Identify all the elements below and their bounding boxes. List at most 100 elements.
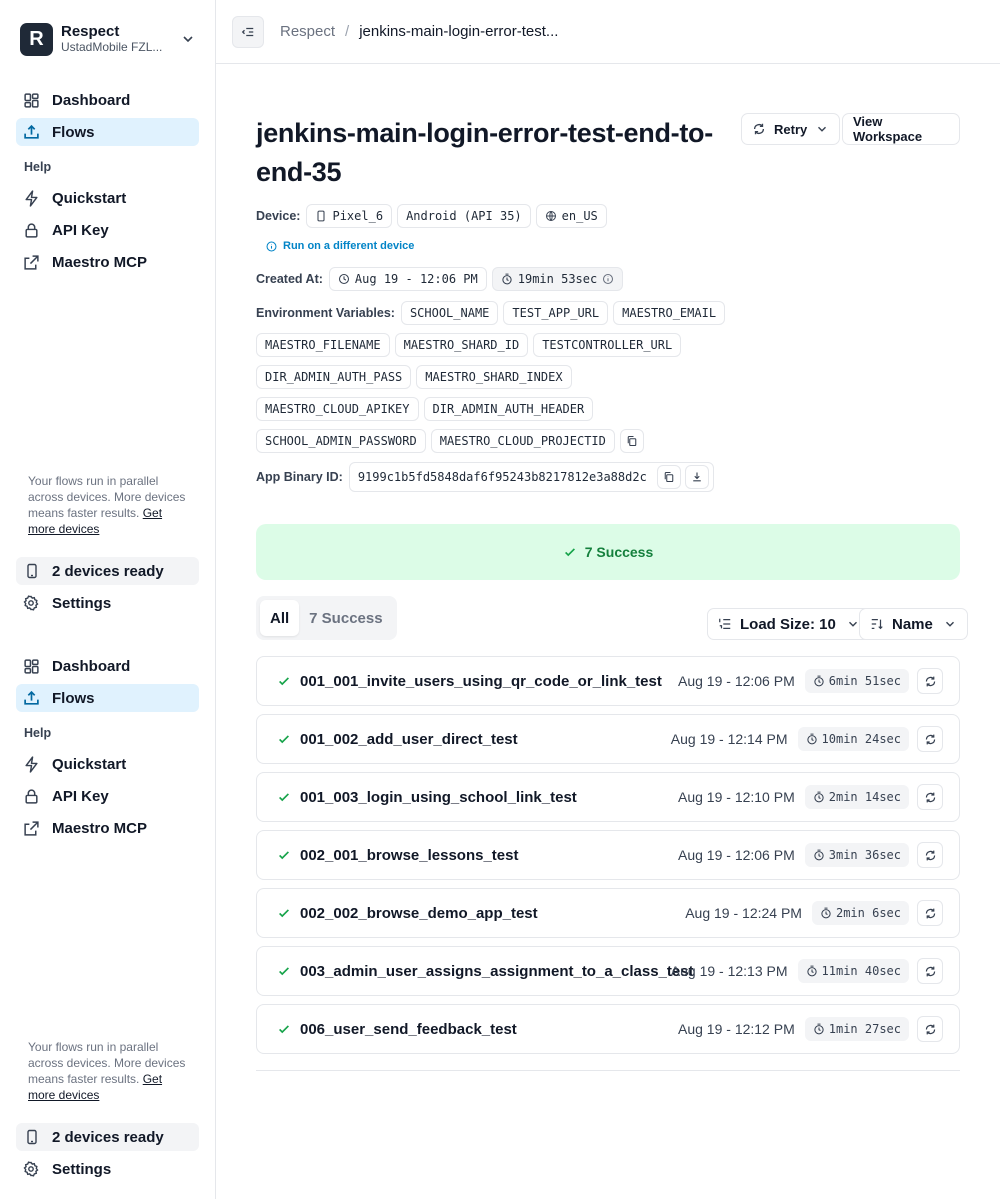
- refresh-icon: [925, 1024, 935, 1034]
- sidebar-item-flows[interactable]: Flows: [16, 118, 199, 146]
- env-var-chip: MAESTRO_EMAIL: [613, 301, 726, 325]
- tab-success[interactable]: 7 Success: [299, 600, 392, 636]
- flow-meta: Aug 19 - 12:24 PM 2min 6sec: [685, 889, 943, 937]
- retry-button[interactable]: Retry: [741, 113, 841, 145]
- dashboard-icon: [24, 658, 39, 674]
- check-icon: [564, 548, 575, 557]
- org-switcher[interactable]: R Respect UstadMobile FZL...: [20, 22, 196, 56]
- run-different-device-link[interactable]: Run on a different device: [266, 240, 414, 252]
- sidebar-item-label: Flows: [52, 123, 95, 141]
- success-summary-banner: 7 Success: [256, 524, 960, 580]
- page-title: jenkins-main-login-error-test-end-to-end…: [256, 118, 713, 187]
- rerun-flow-button[interactable]: [917, 958, 943, 984]
- devices-ready-badge[interactable]: 2 devices ready: [16, 557, 199, 585]
- external-link-icon: [24, 820, 39, 836]
- top-bar: Respect / jenkins-main-login-error-test.…: [216, 0, 1000, 64]
- load-size-select[interactable]: Load Size: 10: [707, 608, 871, 640]
- external-link-icon: [24, 254, 39, 270]
- sidebar-item-maestro-mcp[interactable]: Maestro MCP: [16, 814, 199, 842]
- sort-select[interactable]: Name: [859, 608, 968, 640]
- org-text: Respect UstadMobile FZL...: [61, 24, 180, 54]
- timer-icon: [821, 907, 831, 919]
- flow-duration-value: 11min 40sec: [821, 964, 901, 978]
- breadcrumb: Respect / jenkins-main-login-error-test.…: [280, 23, 558, 40]
- lock-icon: [25, 788, 38, 804]
- help-section-label: Help: [24, 726, 52, 740]
- sidebar-item-settings[interactable]: Settings: [16, 1155, 199, 1183]
- rerun-flow-button[interactable]: [917, 1016, 943, 1042]
- phone-icon: [317, 210, 326, 222]
- sidebar-item-quickstart[interactable]: Quickstart: [16, 184, 199, 212]
- flow-row[interactable]: 001_002_add_user_direct_test Aug 19 - 12…: [256, 714, 960, 764]
- sort-label: Name: [892, 615, 933, 633]
- flow-name: 001_001_invite_users_using_qr_code_or_li…: [300, 672, 662, 690]
- sidebar-item-maestro-mcp[interactable]: Maestro MCP: [16, 248, 199, 276]
- flow-row[interactable]: 001_003_login_using_school_link_test Aug…: [256, 772, 960, 822]
- breadcrumb-root[interactable]: Respect: [280, 23, 335, 40]
- sidebar-item-label: Dashboard: [52, 91, 131, 109]
- refresh-icon: [925, 792, 935, 802]
- flow-duration: 3min 36sec: [804, 843, 909, 867]
- binary-id-box: 9199c1b5fd5848daf6f95243b8217812e3a88d2c: [348, 462, 714, 492]
- check-icon: [279, 967, 289, 976]
- env-var-chip: DIR_ADMIN_AUTH_PASS: [256, 365, 412, 389]
- view-workspace-button[interactable]: View Workspace: [842, 113, 960, 145]
- rerun-flow-button[interactable]: [917, 726, 943, 752]
- flow-date: Aug 19 - 12:24 PM: [685, 905, 802, 921]
- download-binary-button[interactable]: [684, 465, 709, 489]
- binary-id-value: 9199c1b5fd5848daf6f95243b8217812e3a88d2c: [357, 470, 647, 484]
- settings-label: Settings: [52, 1160, 112, 1178]
- binary-label: App Binary ID:: [256, 470, 343, 484]
- rerun-flow-button[interactable]: [917, 842, 943, 868]
- rerun-flow-button[interactable]: [917, 784, 943, 810]
- flow-row[interactable]: 001_001_invite_users_using_qr_code_or_li…: [256, 656, 960, 706]
- check-icon: [279, 735, 289, 744]
- check-icon: [279, 1025, 289, 1034]
- sidebar-item-flows[interactable]: Flows: [16, 684, 199, 712]
- flow-row[interactable]: 002_002_browse_demo_app_test Aug 19 - 12…: [256, 888, 960, 938]
- timer-icon: [806, 965, 817, 977]
- timer-icon: [814, 1023, 824, 1035]
- chevron-down-icon: [945, 621, 954, 627]
- org-logo: R: [20, 22, 53, 56]
- tab-all[interactable]: All: [260, 600, 300, 636]
- view-workspace-label: View Workspace: [853, 114, 923, 144]
- devices-ready-badge[interactable]: 2 devices ready: [16, 1123, 199, 1151]
- rerun-flow-button[interactable]: [917, 900, 943, 926]
- timer-icon: [814, 675, 824, 687]
- flow-name: 002_002_browse_demo_app_test: [300, 904, 538, 922]
- flow-duration-value: 2min 14sec: [828, 790, 901, 804]
- rerun-flow-button[interactable]: [917, 668, 943, 694]
- sidebar-item-settings[interactable]: Settings: [16, 589, 199, 617]
- sidebar-item-label: Maestro MCP: [52, 819, 148, 837]
- flow-row[interactable]: 006_user_send_feedback_test Aug 19 - 12:…: [256, 1004, 960, 1054]
- flow-row[interactable]: 002_001_browse_lessons_test Aug 19 - 12:…: [256, 830, 960, 880]
- flow-date: Aug 19 - 12:13 PM: [670, 963, 788, 979]
- copy-env-vars-button[interactable]: [619, 429, 644, 453]
- check-icon: [279, 851, 289, 860]
- list-icon: [719, 618, 731, 629]
- sidebar-item-dashboard[interactable]: Dashboard: [16, 652, 199, 680]
- sort-icon: [871, 619, 883, 630]
- refresh-icon: [925, 676, 935, 686]
- load-size-label: Load Size: 10: [740, 615, 836, 633]
- devices-ready-label: 2 devices ready: [52, 562, 164, 580]
- sidebar-item-dashboard[interactable]: Dashboard: [16, 86, 199, 114]
- settings-label: Settings: [52, 594, 112, 612]
- device-name: Pixel_6: [332, 209, 384, 223]
- sidebar-toggle-button[interactable]: [232, 15, 264, 48]
- sidebar-item-api-key[interactable]: API Key: [16, 782, 199, 810]
- locale-value: en_US: [561, 209, 598, 223]
- refresh-icon: [925, 908, 935, 918]
- clock-icon: [338, 273, 349, 285]
- flow-row[interactable]: 003_admin_user_assigns_assignment_to_a_c…: [256, 946, 960, 996]
- sidebar-item-quickstart[interactable]: Quickstart: [16, 750, 199, 778]
- refresh-icon: [753, 123, 765, 135]
- sidebar-item-api-key[interactable]: API Key: [16, 216, 199, 244]
- run-different-device-label: Run on a different device: [283, 240, 415, 252]
- env-var-chip: MAESTRO_CLOUD_PROJECTID: [430, 429, 615, 453]
- copy-binary-button[interactable]: [656, 465, 681, 489]
- copy-icon: [664, 471, 674, 483]
- lightning-icon: [25, 755, 38, 773]
- refresh-icon: [925, 734, 935, 744]
